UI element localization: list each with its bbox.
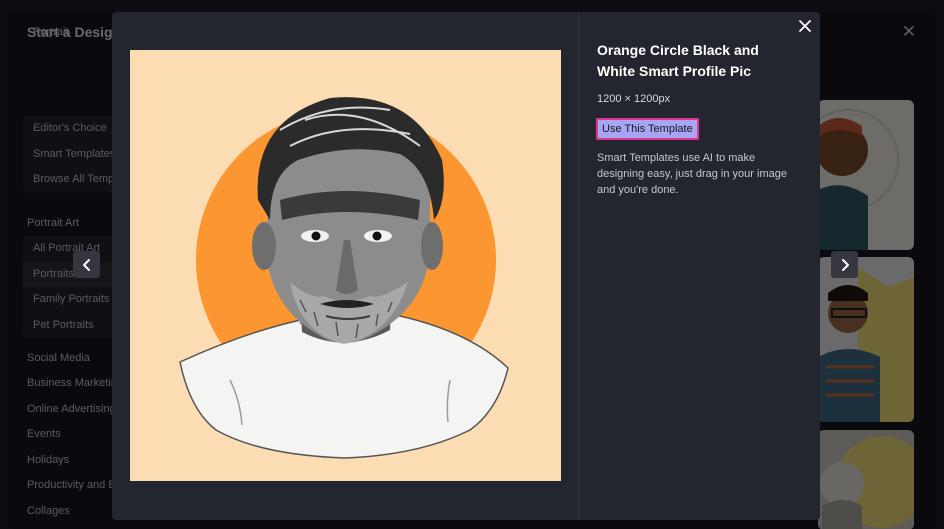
- template-thumbnail[interactable]: [818, 100, 914, 250]
- background-item-browse-all[interactable]: Browse All Templates: [23, 167, 118, 193]
- background-section-portrait-art[interactable]: Portrait Art: [27, 217, 79, 229]
- background-item-all-portrait-art[interactable]: All Portrait Art: [23, 236, 118, 262]
- background-category-business-marketing[interactable]: Business Marketing: [27, 377, 123, 389]
- chevron-left-icon[interactable]: [73, 251, 100, 278]
- template-dimensions: 1200 × 1200px: [597, 93, 671, 105]
- background-item-smart-templates[interactable]: Smart Templates: [23, 142, 118, 168]
- background-close-icon[interactable]: ✕: [902, 22, 916, 42]
- template-thumbnail[interactable]: [818, 257, 914, 422]
- template-preview-image: [130, 50, 561, 481]
- background-category-holidays[interactable]: Holidays: [27, 454, 69, 466]
- background-category-collages[interactable]: Collages: [27, 505, 70, 517]
- background-item-portraits[interactable]: Portraits: [23, 261, 118, 287]
- background-item-editors-choice[interactable]: Editor's Choice: [23, 116, 118, 142]
- background-category-online-advertising[interactable]: Online Advertising: [27, 403, 116, 415]
- background-item-pet-portraits[interactable]: Pet Portraits: [23, 313, 118, 339]
- background-category-events[interactable]: Events: [27, 428, 61, 440]
- template-description: Smart Templates use AI to make designing…: [597, 152, 787, 196]
- background-item-family-portraits[interactable]: Family Portraits: [23, 287, 118, 313]
- background-group-portrait-art: All Portrait Art Portraits Family Portra…: [23, 236, 118, 338]
- background-group-templates: Editor's Choice Smart Templates Browse A…: [23, 116, 118, 193]
- use-template-button[interactable]: Use This Template: [596, 118, 699, 140]
- chevron-right-icon[interactable]: [831, 251, 858, 278]
- template-title: Orange Circle Black and White Smart Prof…: [597, 42, 759, 79]
- template-thumbnail[interactable]: [818, 430, 914, 529]
- template-preview-modal: Orange Circle Black and White Smart Prof…: [112, 12, 820, 520]
- portrait-illustration: [130, 50, 561, 481]
- close-icon[interactable]: [797, 18, 813, 34]
- modal-divider: [578, 12, 579, 520]
- background-tab-portrait[interactable]: Portrait: [22, 26, 118, 44]
- template-info-panel: Orange Circle Black and White Smart Prof…: [596, 40, 797, 198]
- background-category-social-media[interactable]: Social Media: [27, 352, 90, 364]
